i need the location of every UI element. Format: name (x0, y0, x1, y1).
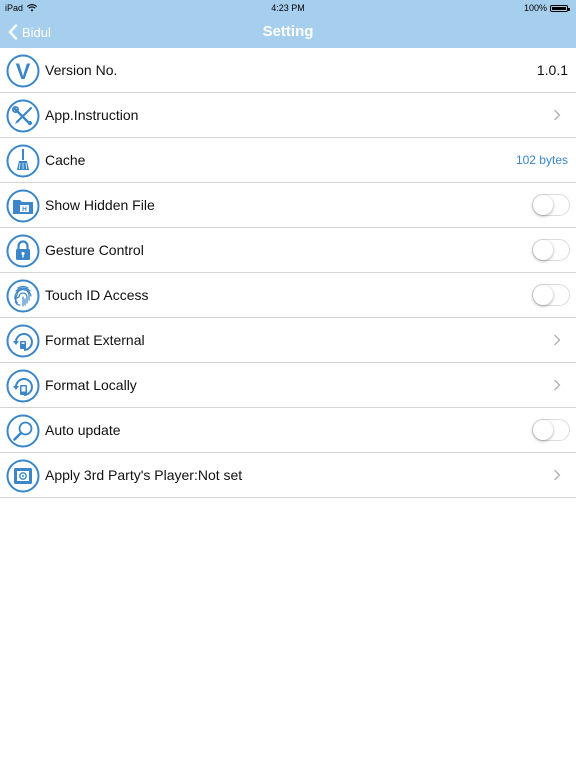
player-icon (6, 459, 40, 493)
status-bar: iPad 4:23 PM 100% (0, 0, 576, 16)
battery-icon (550, 4, 570, 12)
cache-size-value: 102 bytes (515, 153, 568, 167)
row-label: Apply 3rd Party's Player:Not set (45, 467, 243, 483)
chevron-right-icon (554, 469, 561, 481)
row-label: App.Instruction (45, 107, 139, 123)
row-label: Format External (45, 332, 145, 348)
battery-percent: 100% (523, 3, 547, 13)
magnifier-icon (6, 414, 40, 448)
row-version: V Version No. 1.0.1 (0, 48, 576, 93)
row-cache[interactable]: Cache 102 bytes (0, 138, 576, 183)
row-app-instruction[interactable]: App.Instruction (0, 93, 576, 138)
gesture-control-toggle[interactable] (532, 239, 570, 261)
row-touch-id-access: Touch ID Access (0, 273, 576, 318)
header: iPad 4:23 PM 100% Bidul Setting (0, 0, 576, 48)
tools-icon (6, 99, 40, 133)
chevron-right-icon (554, 334, 561, 346)
version-value: 1.0.1 (536, 62, 568, 78)
row-label: Show Hidden File (45, 197, 155, 213)
svg-text:V: V (16, 59, 31, 84)
touch-id-access-toggle[interactable] (532, 284, 570, 306)
lock-icon (6, 234, 40, 268)
show-hidden-file-toggle[interactable] (532, 194, 570, 216)
hidden-folder-icon: H (6, 189, 40, 223)
chevron-right-icon (554, 379, 561, 391)
row-format-locally[interactable]: Format Locally (0, 363, 576, 408)
settings-list: V Version No. 1.0.1 App.Instruction Cach… (0, 48, 576, 498)
row-auto-update: Auto update (0, 408, 576, 453)
svg-text:H: H (22, 206, 27, 213)
navigation-bar: Bidul Setting (0, 16, 576, 48)
row-format-external[interactable]: Format External (0, 318, 576, 363)
row-label: Cache (45, 152, 86, 168)
format-local-icon (6, 369, 40, 403)
chevron-right-icon (554, 109, 561, 121)
broom-icon (6, 144, 40, 178)
format-external-icon (6, 324, 40, 358)
status-time: 4:23 PM (271, 3, 305, 13)
row-show-hidden-file: H Show Hidden File (0, 183, 576, 228)
row-third-party-player[interactable]: Apply 3rd Party's Player:Not set (0, 453, 576, 498)
row-label: Auto update (45, 422, 121, 438)
row-label: Format Locally (45, 377, 137, 393)
page-title: Setting (262, 23, 314, 40)
status-right: 100% (523, 3, 570, 13)
auto-update-toggle[interactable] (532, 419, 570, 441)
row-label: Gesture Control (45, 242, 144, 258)
row-label: Version No. (45, 62, 118, 78)
fingerprint-icon (6, 279, 40, 313)
version-v-icon: V (6, 54, 40, 88)
row-gesture-control: Gesture Control (0, 228, 576, 273)
row-label: Touch ID Access (45, 287, 149, 303)
